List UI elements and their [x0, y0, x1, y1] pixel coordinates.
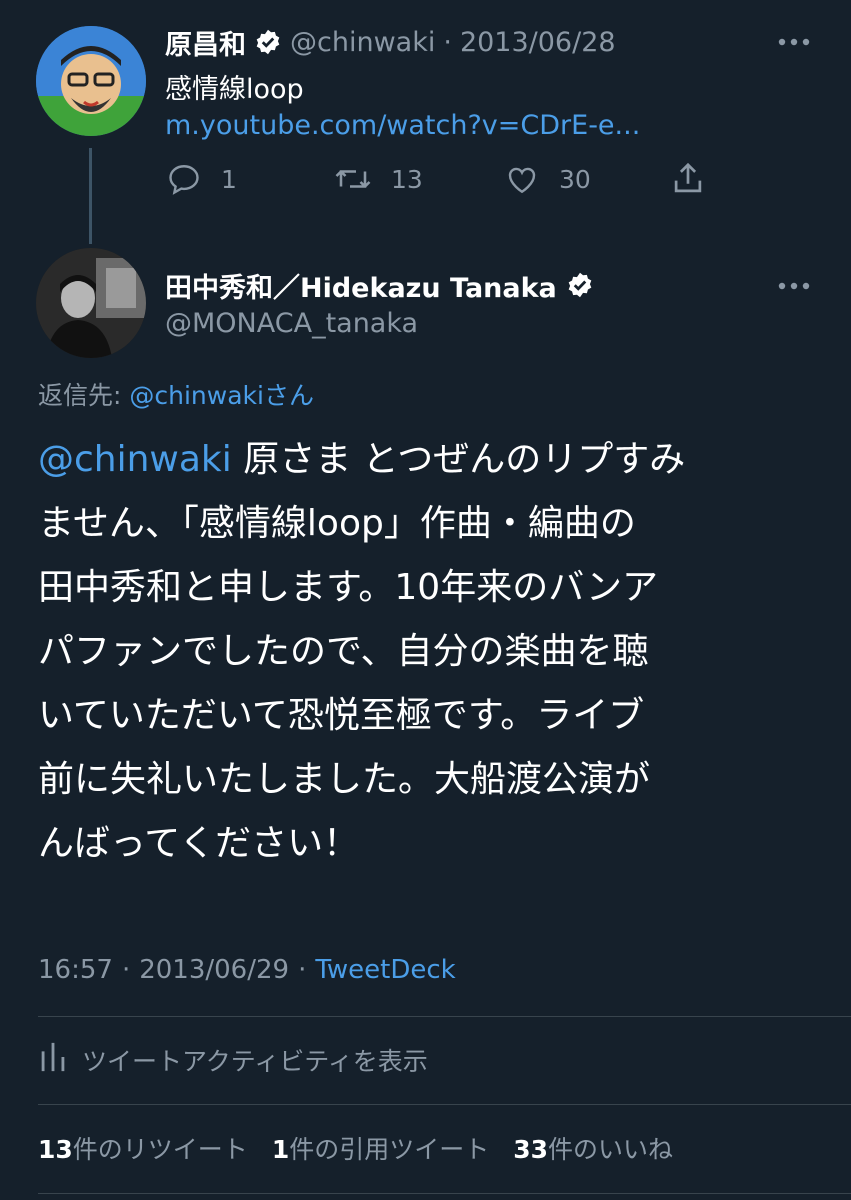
- retweets-stat[interactable]: 13件のリツイート: [38, 1130, 248, 1166]
- reply-count: 1: [221, 164, 237, 194]
- more-options-icon[interactable]: [774, 274, 814, 298]
- handle[interactable]: @chinwaki: [290, 27, 435, 58]
- handle[interactable]: @MONACA_tanaka: [165, 308, 418, 339]
- reply-to-label: 返信先:: [38, 381, 122, 410]
- tweet-line-text: 原さま とつぜんのリプすみ: [231, 439, 686, 480]
- reply-action[interactable]: 1: [165, 161, 237, 197]
- tweet-line-5: いていただいて恐悦至極です。ライブ: [38, 695, 645, 736]
- tweet-line-7: んばってください！: [38, 823, 360, 864]
- main-tweet-author: 田中秀和／Hidekazu Tanaka: [165, 266, 594, 304]
- retweets-label: 件のリツイート: [72, 1135, 248, 1164]
- verified-badge-icon: [254, 28, 282, 56]
- separator: ·: [298, 955, 307, 985]
- quotes-stat[interactable]: 1件の引用ツイート: [272, 1130, 489, 1166]
- heart-icon: [503, 161, 541, 197]
- tweet-line-2: ません、「感情線loop」作曲・編曲の: [38, 503, 636, 544]
- reply-to-handle[interactable]: @chinwakiさん: [129, 381, 314, 410]
- analytics-icon: [38, 1040, 68, 1080]
- tweet-line-4: パファンでしたので、自分の楽曲を聴: [38, 631, 649, 672]
- activity-label: ツイートアクティビティを表示: [82, 1047, 428, 1076]
- avatar-photo: [36, 248, 146, 358]
- quotes-label: 件の引用ツイート: [289, 1135, 490, 1164]
- avatar-illustration: [36, 26, 146, 136]
- tweet-activity-button[interactable]: ツイートアクティビティを表示: [38, 1040, 428, 1080]
- client-link[interactable]: TweetDeck: [315, 955, 455, 985]
- divider: [38, 1193, 851, 1194]
- youtube-link[interactable]: m.youtube.com/watch?v=CDrE-e...: [165, 110, 640, 141]
- display-name[interactable]: 原昌和: [165, 23, 246, 62]
- avatar-chinwaki[interactable]: [36, 26, 146, 136]
- reply-to-line: 返信先: @chinwakiさん: [38, 376, 314, 412]
- retweets-count: 13: [38, 1135, 73, 1164]
- retweet-icon: [333, 161, 373, 197]
- tweet-date: 2013/06/29: [139, 955, 290, 985]
- likes-stat[interactable]: 33件のいいね: [513, 1130, 673, 1166]
- quotes-count: 1: [271, 1135, 290, 1164]
- tweet-line-6: 前に失礼いたしました。大船渡公演が: [38, 759, 651, 800]
- parent-tweet-text: 感情線loop: [165, 74, 304, 105]
- reply-icon: [165, 161, 203, 197]
- tweet-date[interactable]: 2013/06/28: [460, 27, 616, 58]
- avatar-monaca-tanaka[interactable]: [36, 248, 146, 358]
- separator: ·: [121, 955, 131, 985]
- tweet-meta: 16:57 · 2013/06/29 · TweetDeck: [38, 955, 456, 985]
- display-name[interactable]: 田中秀和／Hidekazu Tanaka: [165, 266, 557, 305]
- tweet-line-3: 田中秀和と申します。10年来のバンア: [38, 567, 659, 608]
- like-action[interactable]: 30: [503, 161, 591, 197]
- divider: [38, 1104, 851, 1105]
- share-icon[interactable]: [669, 160, 707, 202]
- verified-badge-icon: [566, 271, 594, 299]
- divider: [38, 1016, 851, 1017]
- more-options-icon[interactable]: [774, 30, 814, 54]
- tweet-time: 16:57: [38, 955, 113, 985]
- likes-label: 件のいいね: [548, 1135, 674, 1164]
- tweet-line-1: @chinwaki 原さま とつぜんのリプすみ: [38, 428, 685, 492]
- retweet-count: 13: [391, 164, 423, 194]
- main-tweet-text: @chinwaki 原さま とつぜんのリプすみ ません、「感情線loop」作曲・…: [38, 428, 685, 876]
- like-count: 30: [559, 164, 591, 194]
- parent-tweet-header: 原昌和 @chinwaki · 2013/06/28: [165, 23, 616, 62]
- mention-link[interactable]: @chinwaki: [38, 439, 232, 480]
- likes-count: 33: [513, 1135, 549, 1164]
- separator: ·: [443, 26, 452, 58]
- retweet-action[interactable]: 13: [333, 161, 423, 197]
- engagement-stats: 13件のリツイート 1件の引用ツイート 33件のいいね: [38, 1130, 673, 1166]
- thread-line: [89, 148, 92, 244]
